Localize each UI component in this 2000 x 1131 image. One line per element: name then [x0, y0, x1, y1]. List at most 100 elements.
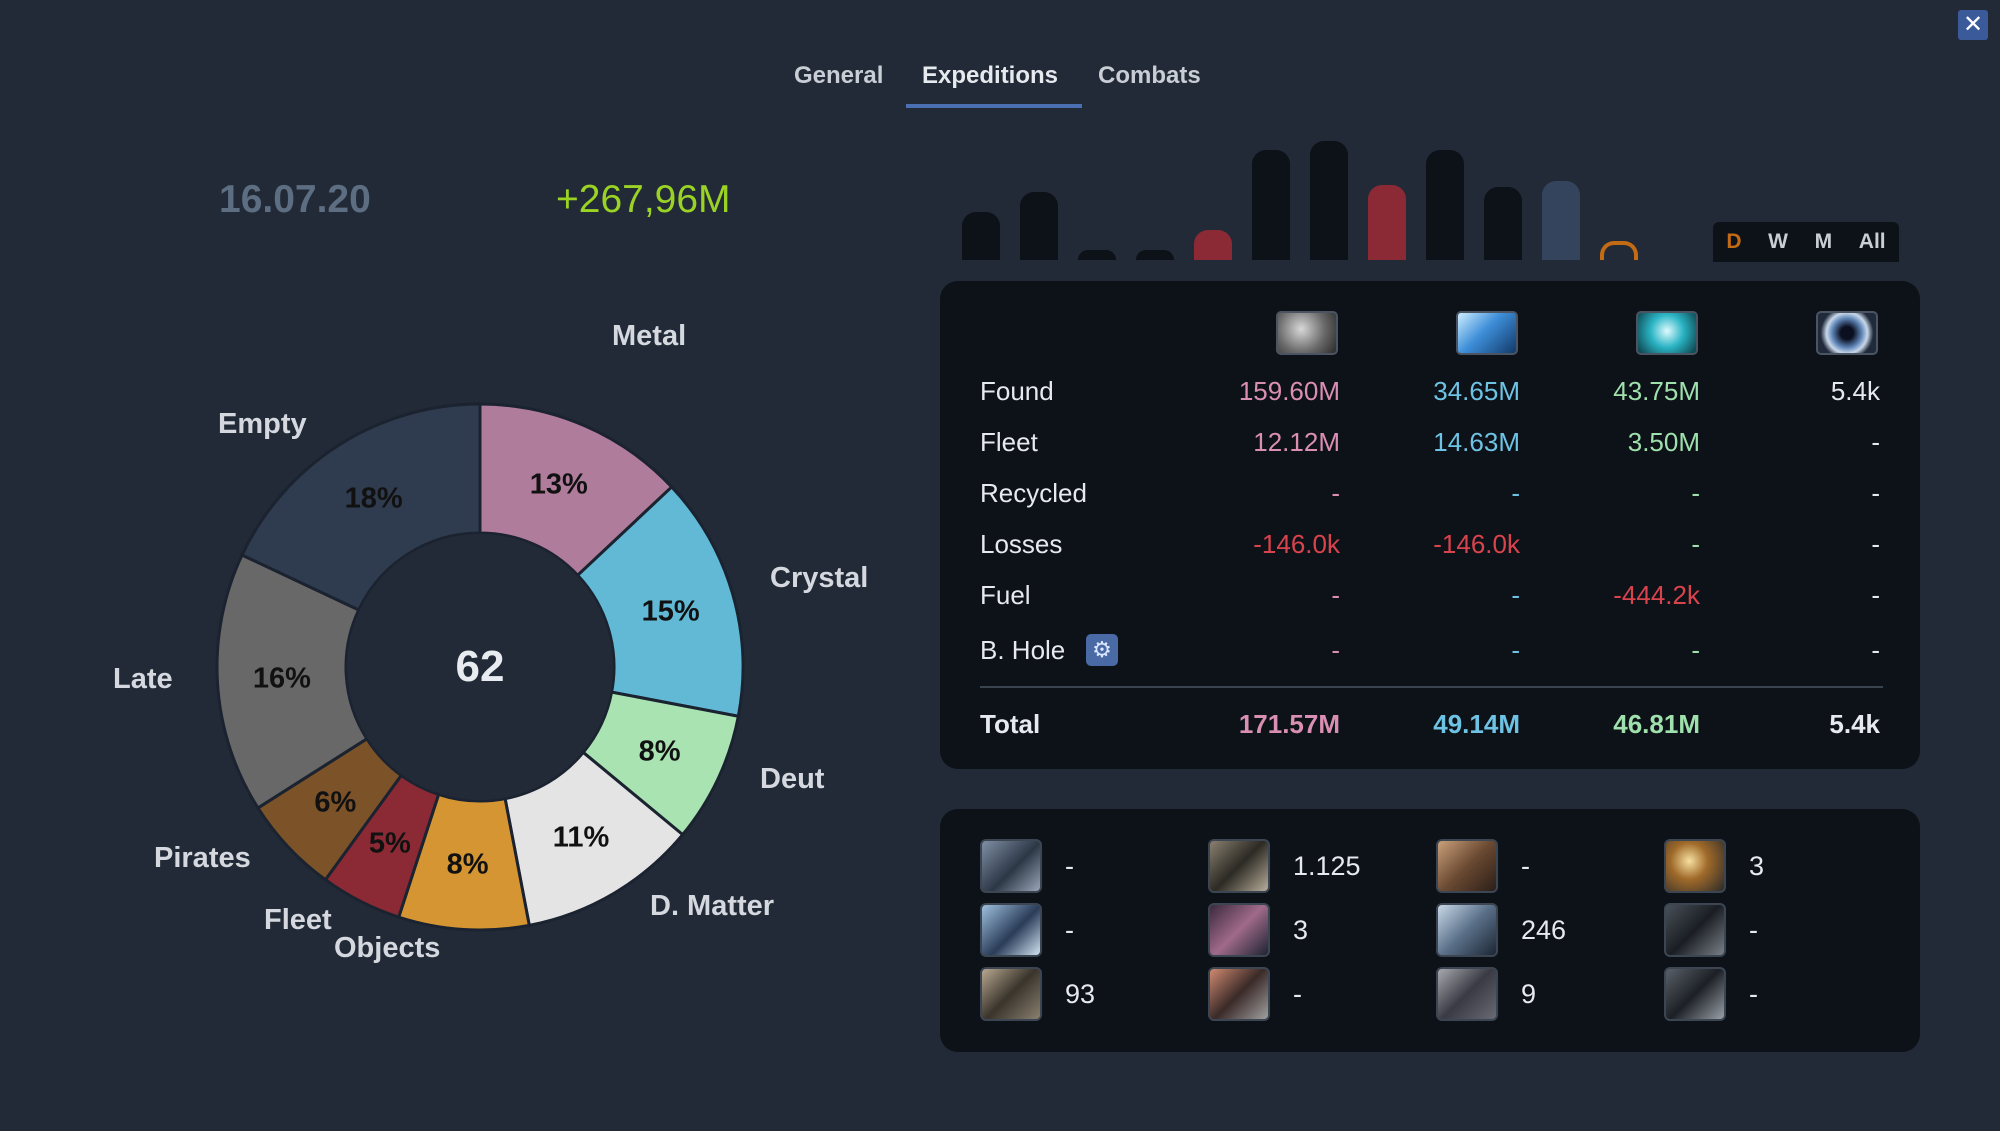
row-label-recycled: Recycled — [980, 478, 1087, 508]
history-bar[interactable] — [1078, 250, 1116, 260]
total-gain: +267,96M — [556, 178, 731, 221]
ship-count: 3 — [1749, 851, 1765, 881]
resource-value: - — [1511, 580, 1520, 610]
history-bar-chart — [960, 130, 1638, 260]
slice-name-label: Objects — [334, 932, 441, 964]
active-tab-indicator — [906, 104, 1082, 108]
resource-value: -146.0k — [1253, 529, 1340, 559]
ship-9-icon — [980, 967, 1042, 1021]
tab-combats[interactable]: Combats — [1098, 62, 1201, 90]
period-month-button[interactable]: M — [1815, 230, 1833, 254]
ship-7-icon — [1436, 903, 1498, 957]
total-divider — [980, 686, 1883, 688]
ship-12-icon — [1664, 967, 1726, 1021]
slice-percent-label: 15% — [641, 595, 700, 628]
slice-name-label: Crystal — [770, 562, 869, 594]
ships-found-panel: - 1.125 - 3 - 3 246 - 93 - 9 - — [940, 809, 1920, 1052]
ship-count: - — [1293, 979, 1302, 1009]
ship-1-icon — [980, 839, 1042, 893]
ship-count: - — [1749, 979, 1758, 1009]
row-label-found: Found — [980, 376, 1054, 406]
history-bar[interactable] — [1136, 250, 1174, 260]
close-icon: ✕ — [1962, 11, 1984, 38]
resource-value: - — [1871, 427, 1880, 457]
deuterium-icon — [1636, 311, 1698, 355]
close-button[interactable]: ✕ — [1958, 10, 1988, 40]
selected-date: 16.07.20 — [219, 178, 371, 221]
ship-count: - — [1065, 915, 1074, 945]
resource-summary-panel: Found 159.60M 34.65M 43.75M 5.4k Fleet 12.12M 1… — [940, 281, 1920, 769]
tab-expeditions[interactable]: Expeditions — [922, 62, 1058, 90]
slice-percent-label: 13% — [529, 468, 588, 501]
slice-name-label: Pirates — [154, 842, 251, 874]
total-value: 46.81M — [1613, 709, 1700, 739]
slice-percent-label: 8% — [638, 735, 681, 768]
period-week-button[interactable]: W — [1768, 230, 1788, 254]
row-label-b-hole: B. Hole — [980, 635, 1066, 665]
total-value: 171.57M — [1238, 709, 1340, 739]
slice-name-label: Late — [113, 663, 173, 695]
slice-percent-label: 18% — [344, 482, 403, 515]
resource-value: 3.50M — [1627, 427, 1700, 457]
history-bar[interactable] — [1542, 180, 1580, 260]
ship-10-icon — [1208, 967, 1270, 1021]
ship-entry[interactable]: - — [1664, 903, 1944, 961]
history-bar[interactable] — [1600, 241, 1638, 260]
resource-value: 34.65M — [1433, 376, 1520, 406]
ship-5-icon — [980, 903, 1042, 957]
slice-name-label: Empty — [218, 408, 307, 440]
black-hole-settings-icon[interactable]: ⚙ — [1086, 634, 1118, 666]
period-selector: D W M All — [1713, 222, 1899, 262]
slice-name-label: Metal — [612, 320, 687, 352]
history-bar[interactable] — [1310, 141, 1348, 260]
resource-value: 159.60M — [1238, 376, 1340, 406]
expedition-results-donut: 13% Metal 15% Crystal 8% Deut 11% D. Matter 8% Ob… — [0, 320, 900, 1010]
ship-count: - — [1521, 851, 1530, 881]
history-bar[interactable] — [1194, 230, 1232, 260]
history-bar[interactable] — [962, 211, 1000, 260]
resource-value: - — [1331, 635, 1340, 665]
slice-name-label: D. Matter — [650, 890, 775, 922]
history-bar[interactable] — [1020, 191, 1058, 260]
resource-value: 43.75M — [1613, 376, 1700, 406]
ship-entry[interactable]: 3 — [1664, 839, 1944, 897]
resource-value: -146.0k — [1433, 529, 1520, 559]
resource-value: - — [1871, 635, 1880, 665]
ship-count: 9 — [1521, 979, 1537, 1009]
resource-value: - — [1871, 580, 1880, 610]
ship-3-icon — [1436, 839, 1498, 893]
period-day-button[interactable]: D — [1726, 230, 1741, 254]
row-label-fuel: Fuel — [980, 580, 1031, 610]
ship-2-icon — [1208, 839, 1270, 893]
ship-count: - — [1065, 851, 1074, 881]
resource-value: - — [1511, 478, 1520, 508]
ship-count: 1.125 — [1293, 851, 1361, 881]
history-bar[interactable] — [1426, 150, 1464, 260]
metal-icon — [1276, 311, 1338, 355]
resource-value: - — [1691, 529, 1700, 559]
ship-count: 3 — [1293, 915, 1309, 945]
history-bar[interactable] — [1368, 185, 1406, 260]
tab-general[interactable]: General — [794, 62, 883, 90]
ship-count: 93 — [1065, 979, 1096, 1009]
history-bar[interactable] — [1484, 187, 1522, 260]
resource-value: 12.12M — [1253, 427, 1340, 457]
resource-value: - — [1691, 635, 1700, 665]
resource-value: -444.2k — [1613, 580, 1700, 610]
period-all-button[interactable]: All — [1859, 230, 1886, 254]
row-label-fleet: Fleet — [980, 427, 1038, 457]
history-bar[interactable] — [1252, 150, 1290, 260]
slice-percent-label: 16% — [252, 662, 311, 695]
total-value: 5.4k — [1829, 709, 1880, 739]
slice-percent-label: 11% — [552, 821, 610, 854]
ship-entry[interactable]: - — [1664, 967, 1944, 1025]
resource-value: - — [1871, 529, 1880, 559]
total-value: 49.14M — [1433, 709, 1520, 739]
row-label-losses: Losses — [980, 529, 1063, 559]
ship-8-icon — [1664, 903, 1726, 957]
ship-count: 246 — [1521, 915, 1567, 945]
slice-percent-label: 6% — [314, 786, 357, 819]
slice-name-label: Deut — [760, 763, 825, 795]
resource-value: - — [1511, 635, 1520, 665]
resource-value: - — [1331, 478, 1340, 508]
